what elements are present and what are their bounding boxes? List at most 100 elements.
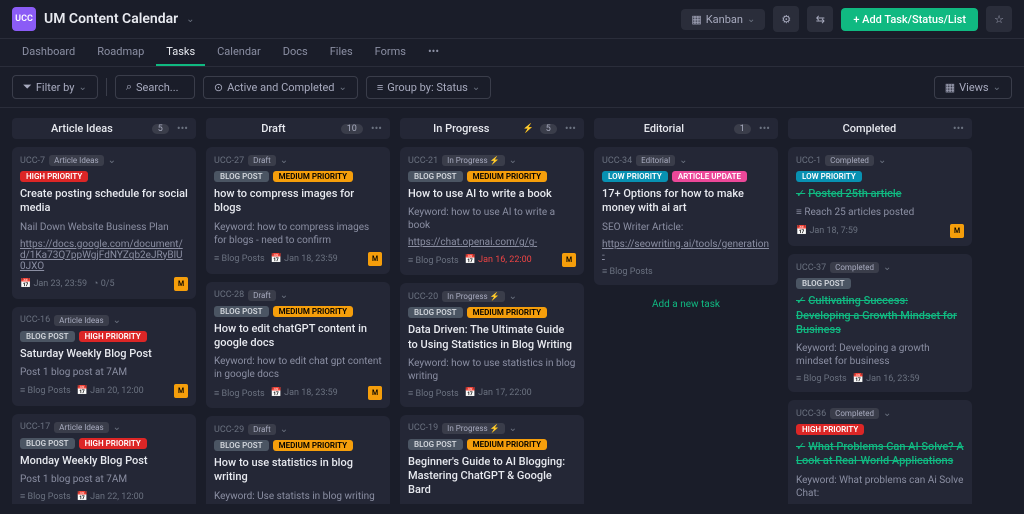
add-task-button[interactable]: + Add Task/Status/List: [841, 8, 978, 31]
task-desc: Keyword: how to use AI to write a book: [408, 206, 576, 232]
column-header[interactable]: Article Ideas 5 •••: [12, 118, 196, 139]
task-id: UCC-27: [214, 156, 244, 166]
task-card[interactable]: UCC-34Editorial⌄LOW PRIORITYARTICLE UPDA…: [594, 147, 778, 285]
task-card[interactable]: UCC-19In Progress ⚡⌄BLOG POSTMEDIUM PRIO…: [400, 415, 584, 504]
column-menu-icon[interactable]: •••: [175, 122, 190, 135]
task-title: ✓Posted 25th article: [796, 187, 964, 201]
task-desc: Post 1 blog post at 7AM: [20, 473, 188, 486]
priority-tag: HIGH PRIORITY: [20, 171, 88, 182]
kanban-icon: ▦: [691, 13, 701, 26]
task-desc: ≡ Reach 25 articles posted: [796, 206, 964, 219]
task-card[interactable]: UCC-20In Progress ⚡⌄BLOG POSTMEDIUM PRIO…: [400, 283, 584, 407]
views-icon: ▦: [945, 81, 955, 94]
filter-icon: ⏷: [23, 80, 32, 94]
tab-files[interactable]: Files: [320, 39, 363, 66]
task-desc: SEO Writer Article:: [602, 221, 770, 234]
column-menu-icon[interactable]: •••: [951, 122, 966, 135]
chevron-down-icon[interactable]: ⌄: [509, 291, 517, 302]
workspace-title[interactable]: UM Content Calendar: [44, 11, 178, 27]
avatar[interactable]: M: [174, 384, 188, 398]
task-title: how to compress images for blogs: [214, 187, 382, 216]
chevron-down-icon[interactable]: ⌄: [113, 422, 121, 433]
priority-tag: MEDIUM PRIORITY: [273, 306, 353, 317]
avatar[interactable]: M: [368, 386, 382, 400]
chevron-down-icon[interactable]: ⌄: [883, 408, 891, 419]
task-card[interactable]: UCC-16Article Ideas⌄BLOG POSTHIGH PRIORI…: [12, 307, 196, 406]
task-id: UCC-36: [796, 409, 826, 419]
column-count: 5: [152, 124, 169, 134]
avatar[interactable]: M: [562, 253, 576, 267]
avatar[interactable]: M: [950, 224, 964, 238]
column-menu-icon[interactable]: •••: [369, 122, 384, 135]
task-card[interactable]: UCC-21In Progress ⚡⌄BLOG POSTMEDIUM PRIO…: [400, 147, 584, 275]
column-title: Article Ideas: [18, 122, 146, 135]
chevron-down-icon[interactable]: ⌄: [280, 424, 288, 435]
priority-tag: HIGH PRIORITY: [79, 331, 147, 342]
task-card[interactable]: UCC-1Completed⌄LOW PRIORITY✓Posted 25th …: [788, 147, 972, 246]
tab-roadmap[interactable]: Roadmap: [87, 39, 154, 66]
view-kanban-button[interactable]: ▦Kanban⌄: [681, 9, 765, 30]
chevron-down-icon[interactable]: ⌄: [186, 14, 194, 25]
chevron-down-icon[interactable]: ⌄: [280, 290, 288, 301]
task-id: UCC-28: [214, 290, 244, 300]
task-footer: ≡ Blog Posts: [602, 266, 770, 277]
task-card[interactable]: UCC-27Draft⌄BLOG POSTMEDIUM PRIORITYhow …: [206, 147, 390, 274]
task-card[interactable]: UCC-37Completed⌄BLOG POST✓Cultivating Su…: [788, 254, 972, 392]
task-id: UCC-16: [20, 315, 50, 325]
chevron-down-icon[interactable]: ⌄: [883, 262, 891, 273]
avatar[interactable]: M: [174, 277, 188, 291]
more-icon[interactable]: •••: [418, 39, 449, 66]
tab-calendar[interactable]: Calendar: [207, 39, 271, 66]
share-icon[interactable]: ⇆: [807, 6, 833, 32]
task-link[interactable]: https://seowriting.ai/tools/generation-: [602, 239, 770, 261]
task-card[interactable]: UCC-29Draft⌄BLOG POSTMEDIUM PRIORITYHow …: [206, 416, 390, 504]
avatar[interactable]: M: [368, 252, 382, 266]
task-id: UCC-1: [796, 156, 821, 166]
task-card[interactable]: UCC-17Article Ideas⌄BLOG POSTHIGH PRIORI…: [12, 414, 196, 504]
task-card[interactable]: UCC-36Completed⌄HIGH PRIORITY✓What Probl…: [788, 400, 972, 504]
task-footer: ≡ Blog Posts📅 Jan 17, 22:00: [408, 388, 576, 399]
header: UCC UM Content Calendar ⌄ ▦Kanban⌄ ⚙ ⇆ +…: [0, 0, 1024, 39]
status-tag: In Progress ⚡: [442, 155, 504, 166]
task-card[interactable]: UCC-7Article Ideas⌄HIGH PRIORITYCreate p…: [12, 147, 196, 299]
chevron-down-icon[interactable]: ⌄: [679, 155, 687, 166]
column-header[interactable]: Completed•••: [788, 118, 972, 139]
task-link[interactable]: https://chat.openai.com/g/g-: [408, 237, 576, 248]
task-desc: Keyword: how to edit chat gpt content in…: [214, 355, 382, 381]
task-card[interactable]: UCC-28Draft⌄BLOG POSTMEDIUM PRIORITYHow …: [206, 282, 390, 409]
filter-button[interactable]: ⏷Filter by⌄: [12, 75, 98, 99]
chevron-down-icon[interactable]: ⌄: [280, 155, 288, 166]
priority-tag: MEDIUM PRIORITY: [273, 171, 353, 182]
task-title: Beginner's Guide to AI Blogging: Masteri…: [408, 455, 576, 498]
column-menu-icon[interactable]: •••: [563, 122, 578, 135]
group-by-button[interactable]: ≡Group by: Status⌄: [366, 76, 491, 99]
views-button[interactable]: ▦Views⌄: [934, 76, 1012, 99]
tab-forms[interactable]: Forms: [365, 39, 416, 66]
task-desc: Keyword: Developing a growth mindset for…: [796, 342, 964, 368]
add-task-link[interactable]: Add a new task: [594, 293, 778, 316]
workspace-logo[interactable]: UCC: [12, 7, 36, 31]
priority-tag: BLOG POST: [214, 440, 269, 451]
column-header[interactable]: In Progress⚡5•••: [400, 118, 584, 139]
settings-icon[interactable]: ⚙: [773, 6, 799, 32]
search-input[interactable]: ⌕Search...: [115, 75, 195, 99]
column: Completed••• UCC-1Completed⌄LOW PRIORITY✓…: [788, 118, 972, 504]
column-header[interactable]: Editorial1•••: [594, 118, 778, 139]
chevron-down-icon[interactable]: ⌄: [108, 155, 116, 166]
status-tag: Editorial: [636, 155, 675, 166]
tab-dashboard[interactable]: Dashboard: [12, 39, 85, 66]
task-title: How to use AI to write a book: [408, 187, 576, 201]
chevron-down-icon[interactable]: ⌄: [509, 423, 517, 434]
chevron-down-icon[interactable]: ⌄: [878, 155, 886, 166]
chevron-down-icon[interactable]: ⌄: [113, 315, 121, 326]
star-icon[interactable]: ☆: [986, 6, 1012, 32]
tab-docs[interactable]: Docs: [273, 39, 318, 66]
status-filter-button[interactable]: ⊙Active and Completed⌄: [203, 76, 358, 99]
column-header[interactable]: Draft10•••: [206, 118, 390, 139]
task-footer: ≡ Blog Posts📅 Jan 18, 23:59M: [214, 252, 382, 266]
column-menu-icon[interactable]: •••: [757, 122, 772, 135]
chevron-down-icon[interactable]: ⌄: [509, 155, 517, 166]
tab-tasks[interactable]: Tasks: [156, 39, 205, 66]
task-footer: 📅 Jan 23, 23:59◔ 0/5M: [20, 277, 188, 291]
task-link[interactable]: https://docs.google.com/document/d/1Ka73…: [20, 239, 188, 272]
